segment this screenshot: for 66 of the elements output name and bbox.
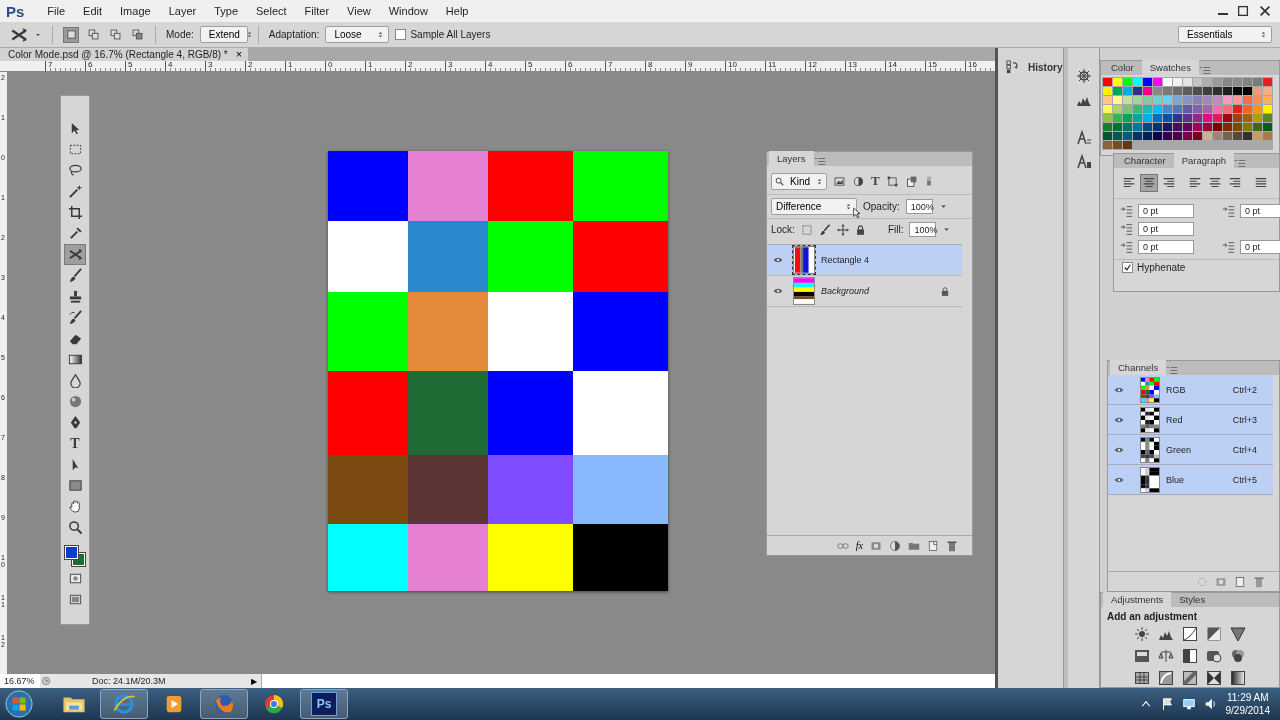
layer-name: Rectangle 4 xyxy=(820,255,870,265)
menu-item[interactable]: Window xyxy=(379,5,437,17)
workspace-dropdown[interactable]: Essentials xyxy=(1178,26,1272,43)
menu-item[interactable]: File xyxy=(38,5,75,17)
menu-item[interactable]: Select xyxy=(247,5,296,17)
fill-field[interactable]: 100% xyxy=(909,222,937,237)
fill-label: Fill: xyxy=(887,224,904,235)
shortcut-label: Ctrl+4 xyxy=(1232,444,1257,455)
tool-button[interactable]: T xyxy=(64,433,86,454)
panel-tab[interactable]: Layers xyxy=(769,151,814,166)
panel-tab[interactable]: Styles xyxy=(1171,592,1214,607)
adaptation-dropdown[interactable]: Loose xyxy=(325,26,390,43)
blend-mode-dropdown[interactable]: Difference xyxy=(771,198,857,215)
channel-row[interactable]: Blue Ctrl+5 xyxy=(1108,465,1273,495)
checkbox-label: Sample All Layers xyxy=(410,29,491,40)
channel-row[interactable]: Green Ctrl+4 xyxy=(1108,435,1273,465)
panel-tab[interactable]: Adjustments xyxy=(1103,592,1172,607)
document-tab[interactable]: Color Mode.psd @ 16.7% (Rectangle 4, RGB/8) * × xyxy=(0,48,249,61)
taskbar-app[interactable]: Ps xyxy=(300,689,348,719)
indent-field[interactable]: 0 pt xyxy=(1240,204,1280,218)
layer-row[interactable]: Rectangle 4 xyxy=(767,245,962,276)
panel-tab[interactable]: Color xyxy=(1103,60,1142,75)
app-logo: Ps xyxy=(6,2,25,20)
panel-tab[interactable]: Character xyxy=(1116,153,1174,168)
spacing-field[interactable]: 0 pt xyxy=(1138,240,1194,254)
channel-name: RGB xyxy=(1166,384,1186,395)
indent-field[interactable]: 0 pt xyxy=(1138,204,1194,218)
channel-name: Green xyxy=(1166,444,1191,455)
filter-dropdown[interactable]: Kind xyxy=(771,172,827,190)
app-logo: Ps xyxy=(311,692,337,716)
indent-field[interactable]: 0 pt xyxy=(1138,222,1194,236)
panel-tab[interactable]: Swatches xyxy=(1141,60,1199,75)
mode-label: Mode: xyxy=(166,29,194,40)
type-filter[interactable]: T xyxy=(871,173,880,189)
panel-tab[interactable]: Channels xyxy=(1110,360,1167,375)
channel-row[interactable]: RGB Ctrl+2 xyxy=(1108,375,1273,405)
checkbox-label: Hyphenate xyxy=(1137,262,1186,273)
menu-item[interactable]: Filter xyxy=(295,5,339,17)
menu-item[interactable]: Image xyxy=(111,5,160,17)
lock-label: Lock: xyxy=(771,224,795,235)
tab-close-button[interactable]: × xyxy=(235,48,243,61)
shortcut-label: Ctrl+5 xyxy=(1232,474,1257,485)
layer-style-button[interactable]: fx xyxy=(855,540,863,551)
shortcut-label: Ctrl+3 xyxy=(1232,414,1257,425)
layer-row[interactable]: Background xyxy=(767,276,962,307)
history-button[interactable]: History xyxy=(998,56,1063,78)
shortcut-label: Ctrl+2 xyxy=(1232,384,1257,395)
zoom-field[interactable]: 16.67% xyxy=(0,674,40,688)
menu-item[interactable]: Type xyxy=(205,5,248,17)
channel-name: Blue xyxy=(1166,474,1184,485)
status-menu-button[interactable]: ▶ xyxy=(247,676,261,686)
adaptation-label: Adaptation: xyxy=(268,29,320,40)
panel-heading: Add an adjustment xyxy=(1106,610,1198,624)
clock: 11:29 AM 9/29/2014 xyxy=(1225,691,1270,717)
menu-item[interactable]: View xyxy=(338,5,380,17)
menu-item[interactable]: Layer xyxy=(159,5,206,17)
menu-item[interactable]: Edit xyxy=(74,5,112,17)
document-info: Doc: 24.1M/20.3M xyxy=(91,676,167,686)
panel-tab[interactable]: Paragraph xyxy=(1173,153,1235,168)
channel-row[interactable]: Red Ctrl+3 xyxy=(1108,405,1273,435)
opacity-field[interactable]: 100% xyxy=(905,199,933,214)
menu-item[interactable]: Help xyxy=(436,5,478,17)
opacity-label: Opacity: xyxy=(863,201,900,212)
spacing-field[interactable]: 0 pt xyxy=(1240,240,1280,254)
channel-name: Red xyxy=(1166,414,1183,425)
layer-name: Background xyxy=(820,286,870,296)
